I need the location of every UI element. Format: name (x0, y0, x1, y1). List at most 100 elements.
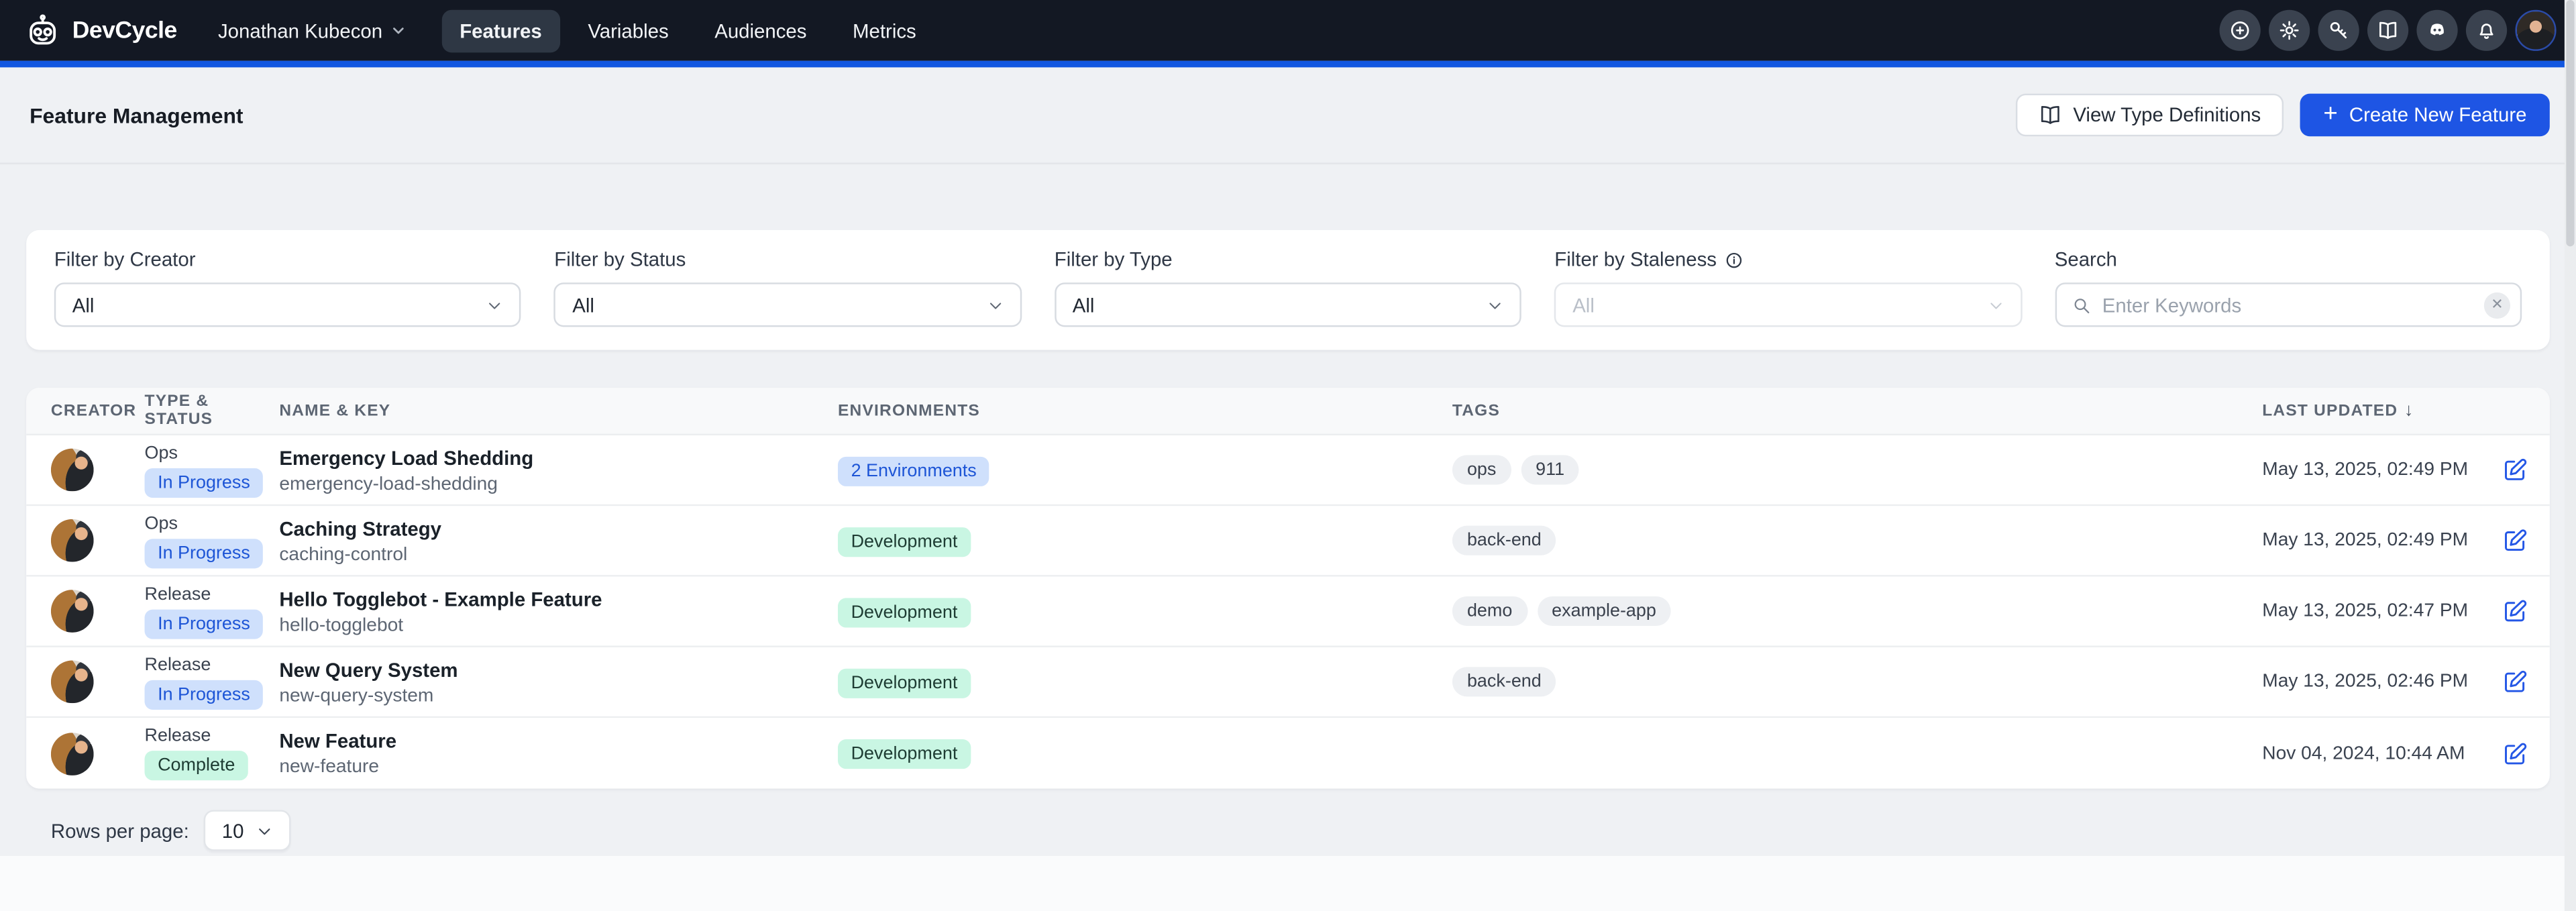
devcycle-robot-logo-icon (25, 12, 61, 48)
environments-badge[interactable]: Development (838, 527, 971, 556)
plus-circle-icon (2229, 19, 2251, 41)
features-table: Creator Type & Status Name & Key Environ… (26, 388, 2550, 789)
tag-badge: back-end (1452, 667, 1556, 696)
top-progress-bar (0, 61, 2576, 68)
edit-feature-button[interactable] (2502, 457, 2528, 483)
filter-status-select[interactable]: All (554, 282, 1022, 327)
tag-badge: example-app (1537, 596, 1671, 626)
filter-status-value: All (572, 293, 594, 316)
tab-variables[interactable]: Variables (570, 9, 686, 52)
last-updated-value: May 13, 2025, 02:46 PM (2262, 672, 2456, 692)
documentation-button[interactable] (2367, 10, 2408, 51)
filter-type-value: All (1073, 293, 1095, 316)
edit-feature-button[interactable] (2502, 740, 2528, 766)
feature-key: emergency-load-shedding (279, 474, 838, 494)
filter-staleness-label-text: Filter by Staleness (1554, 248, 1717, 271)
tag-badge: 911 (1521, 455, 1579, 484)
filter-type-label: Filter by Type (1055, 248, 1522, 271)
plus-icon: + (2323, 102, 2337, 127)
last-updated-value: May 13, 2025, 02:49 PM (2262, 531, 2456, 550)
edit-feature-button[interactable] (2502, 598, 2528, 624)
status-badge: In Progress (145, 538, 264, 568)
page-header-actions: View Type Definitions + Create New Featu… (2016, 94, 2550, 137)
chevron-down-icon (390, 23, 405, 38)
tab-features[interactable]: Features (441, 9, 559, 52)
chevron-down-icon (487, 297, 503, 313)
table-row[interactable]: Release Complete New Feature new-feature… (26, 718, 2550, 788)
project-switcher[interactable]: Jonathan Kubecon (218, 19, 405, 42)
sort-descending-icon: ↓ (2404, 401, 2414, 421)
filter-staleness-select: All (1554, 282, 2022, 327)
edit-pencil-icon (2502, 669, 2528, 695)
info-icon[interactable] (1725, 250, 1743, 268)
add-circle-button[interactable] (2220, 10, 2261, 51)
table-header-row: Creator Type & Status Name & Key Environ… (26, 388, 2550, 435)
search-group: Search ✕ (2055, 248, 2522, 327)
table-row[interactable]: Release In Progress Hello Togglebot - Ex… (26, 577, 2550, 647)
column-header-name-key[interactable]: Name & Key (279, 402, 838, 420)
edit-feature-button[interactable] (2502, 669, 2528, 695)
brand[interactable]: DevCycle (25, 12, 177, 48)
feature-key: new-feature (279, 757, 838, 777)
feature-name[interactable]: New Feature (279, 729, 838, 752)
search-input[interactable] (2102, 293, 2473, 316)
feature-name[interactable]: New Query System (279, 658, 838, 681)
feature-key: hello-togglebot (279, 615, 838, 635)
create-new-feature-button[interactable]: + Create New Feature (2300, 94, 2550, 137)
top-navigation: DevCycle Jonathan Kubecon Features Varia… (0, 0, 2576, 61)
view-type-definitions-button[interactable]: View Type Definitions (2016, 94, 2284, 137)
feature-name[interactable]: Hello Togglebot - Example Feature (279, 588, 838, 610)
column-header-creator[interactable]: Creator (51, 402, 145, 420)
table-row[interactable]: Release In Progress New Query System new… (26, 647, 2550, 718)
settings-button[interactable] (2269, 10, 2310, 51)
column-header-environments[interactable]: Environments (838, 402, 1452, 420)
environments-badge[interactable]: Development (838, 668, 971, 698)
create-new-feature-label: Create New Feature (2349, 103, 2527, 126)
environments-badge[interactable]: 2 Environments (838, 456, 989, 486)
feature-name[interactable]: Caching Strategy (279, 517, 838, 539)
feature-type: Ops (145, 513, 178, 533)
search-clear-button[interactable]: ✕ (2484, 292, 2510, 318)
tag-badge: demo (1452, 596, 1527, 626)
scrollbar-thumb[interactable] (2566, 0, 2574, 246)
edit-feature-button[interactable] (2502, 527, 2528, 553)
search-label: Search (2055, 248, 2522, 271)
table-footer: Rows per page: 10 (26, 810, 2550, 851)
rows-per-page-select[interactable]: 10 (204, 810, 292, 851)
discord-icon (2426, 19, 2448, 41)
rows-per-page-label: Rows per page: (51, 819, 189, 842)
brand-name: DevCycle (72, 17, 177, 44)
status-badge: Complete (145, 751, 248, 780)
filter-status-label: Filter by Status (554, 248, 1022, 271)
filter-staleness-group: Filter by Staleness All (1554, 248, 2022, 327)
api-keys-button[interactable] (2318, 10, 2359, 51)
environments-badge[interactable]: Development (838, 597, 971, 627)
page-scrollbar[interactable] (2565, 0, 2576, 911)
column-header-type-status[interactable]: Type & Status (145, 392, 280, 429)
filters-panel: Filter by Creator All Filter by Status A… (26, 230, 2550, 350)
filter-creator-select[interactable]: All (54, 282, 522, 327)
user-avatar[interactable] (2515, 10, 2556, 51)
filter-creator-group: Filter by Creator All (54, 248, 522, 327)
column-header-tags[interactable]: Tags (1452, 402, 2262, 420)
filter-type-group: Filter by Type All (1055, 248, 1522, 327)
feature-key: new-query-system (279, 686, 838, 705)
filter-staleness-label: Filter by Staleness (1554, 248, 2022, 271)
table-row[interactable]: Ops In Progress Emergency Load Shedding … (26, 435, 2550, 506)
chevron-down-icon (1487, 297, 1503, 313)
column-header-last-updated[interactable]: Last Updated ↓ (2262, 401, 2456, 421)
chevron-down-icon (987, 297, 1003, 313)
discord-button[interactable] (2416, 10, 2457, 51)
table-row[interactable]: Ops In Progress Caching Strategy caching… (26, 506, 2550, 576)
tab-metrics[interactable]: Metrics (835, 9, 934, 52)
edit-pencil-icon (2502, 740, 2528, 766)
project-name: Jonathan Kubecon (218, 19, 382, 42)
last-updated-label: Last Updated (2262, 402, 2398, 420)
notifications-button[interactable] (2466, 10, 2507, 51)
environments-badge[interactable]: Development (838, 739, 971, 769)
feature-type: Release (145, 655, 211, 674)
creator-avatar (51, 449, 94, 492)
feature-name[interactable]: Emergency Load Shedding (279, 446, 838, 469)
filter-type-select[interactable]: All (1055, 282, 1522, 327)
tab-audiences[interactable]: Audiences (696, 9, 824, 52)
